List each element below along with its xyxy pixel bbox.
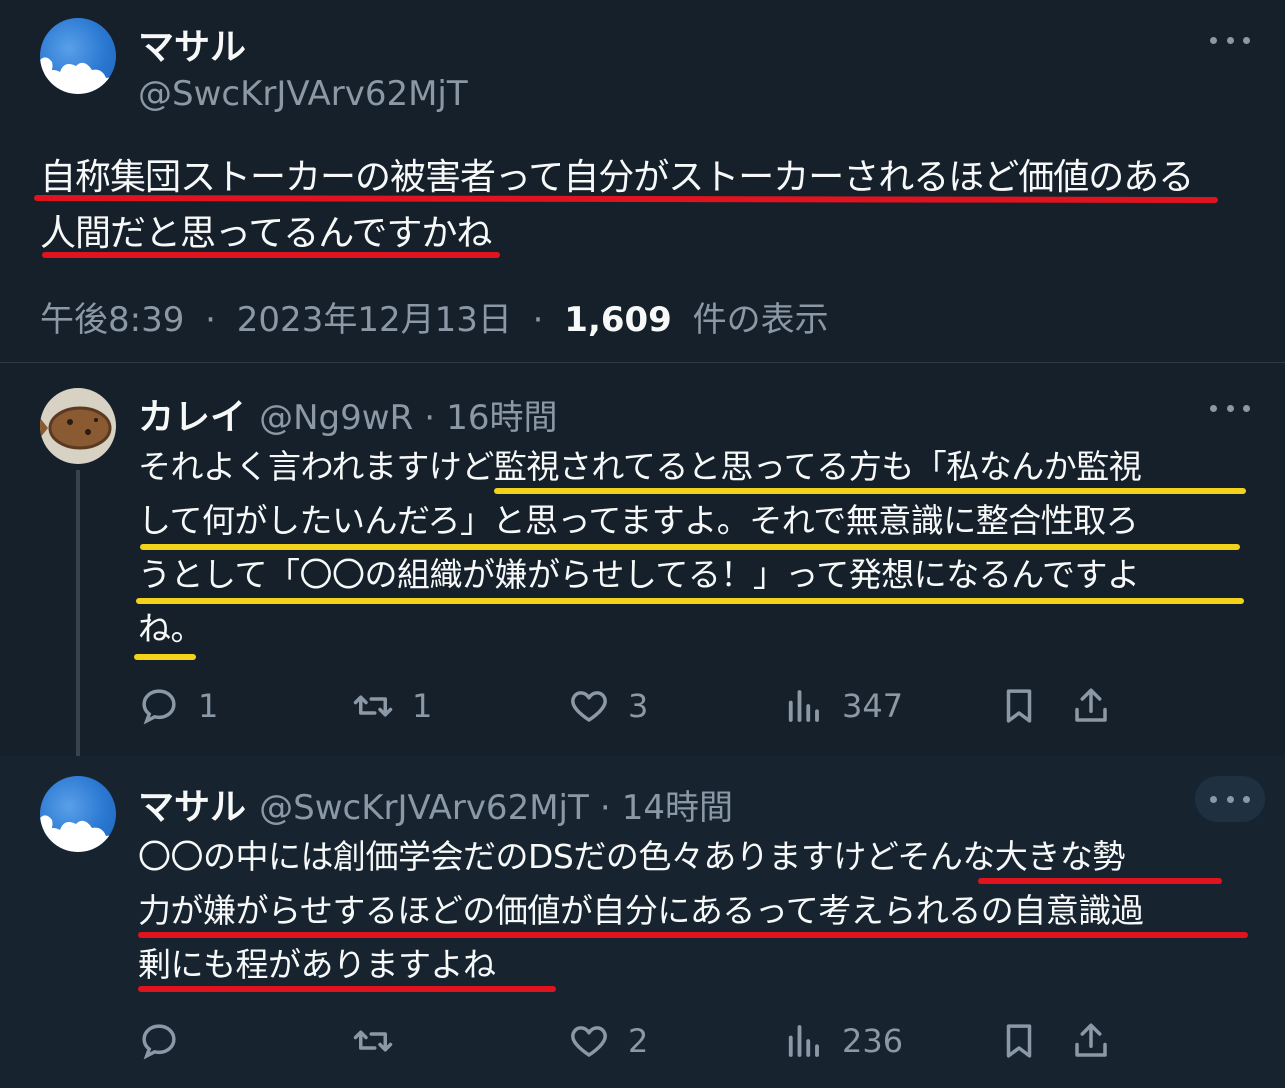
yellow-underline-mark [494,488,1246,494]
reply-text-line: 力が嫌がらせするほどの価値が自分にあるって考えられるの自意識過 [138,891,1144,930]
reply-text-line: 〇〇の中には創価学会だのDSだの色々ありますけどそんな大きな勢 [138,837,1125,876]
bookmark-button[interactable] [998,685,1040,727]
views-count: 1,609 [564,300,672,340]
reply-text: 〇〇の中には創価学会だのDSだの色々ありますけどそんな大きな勢 力が嫌がらせする… [138,830,1248,992]
bookmark-icon [1006,1024,1032,1058]
analytics-icon [788,1025,819,1057]
retweet-button[interactable]: 1 [352,685,432,727]
share-button[interactable] [1070,1020,1112,1062]
like-count: 2 [628,1022,649,1060]
retweet-icon [353,695,393,717]
author-name[interactable]: カレイ [138,397,246,438]
meta-separator: · [424,398,436,438]
views-count: 347 [842,687,904,725]
tweet-meta: 午後8:39 · 2023年12月13日 · 1,609 件の表示 [40,292,829,341]
more-dots-icon[interactable] [1210,789,1250,809]
share-button[interactable] [1070,685,1112,727]
reply-button[interactable] [138,1020,198,1062]
meta-separator: · [532,300,544,340]
like-button[interactable]: 3 [568,685,648,727]
heart-icon [571,1026,607,1057]
analytics-icon [788,690,819,722]
views-button[interactable]: 236 [782,1020,903,1062]
reply-text-line: それよく言われますけど監視されてると思ってる方も「私なんか監視 [138,447,1142,486]
reply-time[interactable]: 16時間 [446,398,557,438]
reply-icon [142,1024,176,1060]
retweet-count: 1 [412,687,433,725]
author-handle[interactable]: @SwcKrJVArv62MjT [259,788,589,828]
views-count: 236 [842,1022,904,1060]
retweet-button[interactable] [352,1020,412,1062]
red-underline-mark [138,986,556,992]
divider [0,362,1285,363]
sky-cloud-avatar-icon[interactable] [40,18,116,94]
like-count: 3 [628,687,649,725]
sky-cloud-avatar-icon[interactable] [40,776,116,852]
author-name[interactable]: マサル [138,18,246,70]
retweet-icon [353,1030,393,1052]
views-label: 件の表示 [692,300,829,340]
thread-line [76,470,80,768]
more-dots-icon[interactable] [1210,30,1250,50]
reply-header: カレイ @Ng9wR · 16時間 [138,388,557,440]
heart-icon [571,691,607,722]
yellow-underline-mark [140,544,1240,550]
author-handle[interactable]: @SwcKrJVArv62MjT [138,74,468,114]
red-underline-mark [138,932,1248,938]
yellow-underline-mark [136,598,1244,604]
red-underline-mark [42,252,500,258]
reply-button[interactable]: 1 [138,685,218,727]
bookmark-button[interactable] [998,1020,1040,1062]
author-handle[interactable]: @Ng9wR [259,398,413,438]
tweet-date[interactable]: 2023年12月13日 [237,300,512,340]
like-button[interactable]: 2 [568,1020,648,1062]
reply-header: マサル @SwcKrJVArv62MjT · 14時間 [138,778,733,830]
reply-text-line: うとして「〇〇の組織が嫌がらせしてる！」って発想になるんですよ [138,555,1140,594]
reply-text-line: 剰にも程がありますよね [138,945,496,984]
views-button[interactable]: 347 [782,685,903,727]
reply-text-line: ね。 [138,609,204,648]
flatfish-avatar-icon[interactable] [40,388,116,464]
share-icon [1075,688,1107,722]
red-underline-mark [978,878,1222,884]
meta-separator: · [205,300,216,340]
more-dots-icon[interactable] [1210,398,1250,418]
meta-separator: · [599,788,611,828]
more-button-hover[interactable] [1195,776,1265,822]
author-name[interactable]: マサル [138,787,246,828]
reply-icon [142,689,176,725]
reply-time[interactable]: 14時間 [622,788,733,828]
share-icon [1075,1023,1107,1057]
tweet-time[interactable]: 午後8:39 [40,300,184,340]
yellow-underline-mark [134,654,196,660]
tweet-text: 自称集団ストーカーの被害者って自分がストーカーされるほど価値のある 人間だと思っ… [40,150,1230,262]
reply-text-line: して何がしたいんだろ」と思ってますよ。それで無意識に整合性取ろ [138,501,1139,540]
reply-count: 1 [198,687,219,725]
bookmark-icon [1006,689,1032,723]
